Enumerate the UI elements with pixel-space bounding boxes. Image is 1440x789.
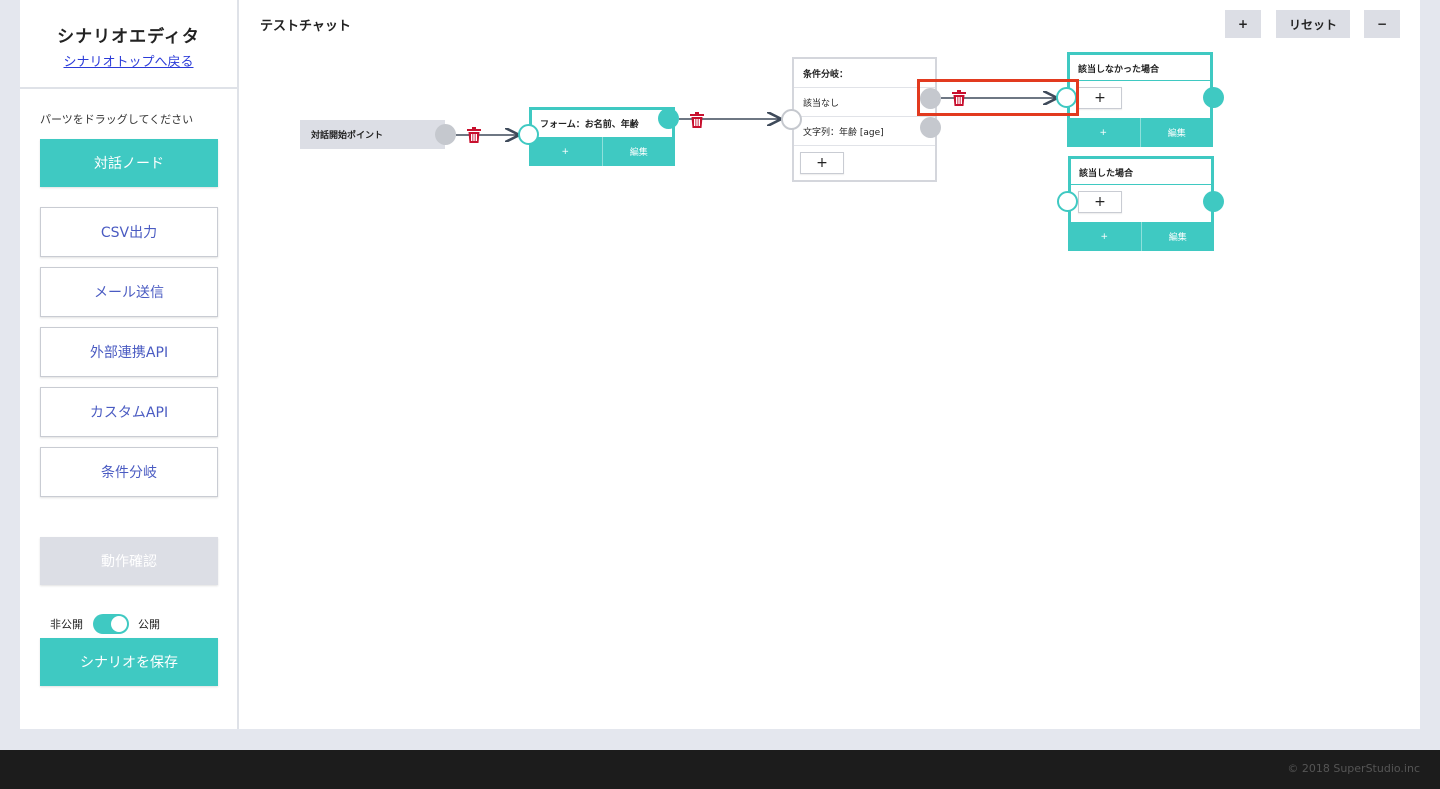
trash-icon[interactable] (467, 127, 481, 143)
sidebar-header: シナリオエディタ シナリオトップへ戻る (20, 0, 237, 89)
condition-age-output-port[interactable] (920, 117, 941, 138)
editor-title: シナリオエディタ (57, 27, 200, 47)
save-scenario-button[interactable]: シナリオを保存 (40, 638, 218, 686)
scenario-canvas[interactable]: テストチャット + リセット − 対話開始ポイント フォーム：お名前、年齢 + … (241, 0, 1420, 729)
part-external-api[interactable]: 外部連携API (40, 327, 218, 377)
trash-icon[interactable] (690, 112, 704, 128)
part-mail-send[interactable]: メール送信 (40, 267, 218, 317)
not-matched-label: 該当しなかった場合 (1070, 55, 1210, 81)
test-run-button: 動作確認 (40, 537, 218, 585)
private-label: 非公開 (50, 618, 83, 631)
publish-toggle-row: 非公開 公開 (50, 614, 160, 634)
app-panel: シナリオエディタ シナリオトップへ戻る パーツをドラッグしてください 対話ノード… (20, 0, 1420, 729)
form-input-port[interactable] (518, 124, 539, 145)
part-dialog-node[interactable]: 対話ノード (40, 139, 218, 187)
drag-hint: パーツをドラッグしてください (40, 113, 194, 126)
matched-footer: + 編集 (1068, 222, 1214, 251)
footer: © 2018 SuperStudio.inc (0, 750, 1440, 789)
public-label: 公開 (138, 618, 160, 631)
matched-output-port[interactable] (1203, 191, 1224, 212)
form-edit-button[interactable]: 編集 (601, 137, 676, 166)
matched-edit-button[interactable]: 編集 (1140, 222, 1215, 251)
condition-add-button[interactable]: + (800, 152, 844, 174)
form-output-port[interactable] (658, 108, 679, 129)
start-node-label: 対話開始ポイント (311, 131, 384, 141)
not-matched-footer: + 編集 (1067, 118, 1213, 147)
copyright-text: © 2018 SuperStudio.inc (1287, 762, 1420, 775)
not-matched-add-inner-button[interactable]: + (1078, 87, 1122, 109)
back-to-scenario-top-link[interactable]: シナリオトップへ戻る (63, 51, 193, 70)
matched-add-button[interactable]: + (1068, 222, 1141, 251)
start-point-node[interactable]: 対話開始ポイント (300, 120, 445, 149)
matched-label: 該当した場合 (1071, 159, 1211, 185)
matched-add-inner-button[interactable]: + (1078, 191, 1122, 213)
sidebar: シナリオエディタ シナリオトップへ戻る パーツをドラッグしてください 対話ノード… (20, 0, 239, 729)
not-matched-add-button[interactable]: + (1067, 118, 1140, 147)
part-csv-output[interactable]: CSV出力 (40, 207, 218, 257)
condition-row-string-age: 文字列：年齢 [age] (794, 117, 935, 146)
condition-branch-node[interactable]: 条件分岐： 該当なし 文字列：年齢 [age] + (792, 57, 937, 182)
form-node-label: フォーム：お名前、年齢 (540, 120, 639, 130)
condition-row-none: 該当なし (794, 88, 935, 117)
matched-node[interactable]: 該当した場合 + + 編集 (1068, 156, 1214, 251)
not-matched-edit-button[interactable]: 編集 (1139, 118, 1214, 147)
form-node[interactable]: フォーム：お名前、年齢 + 編集 (529, 107, 675, 166)
part-condition-branch[interactable]: 条件分岐 (40, 447, 218, 497)
start-output-port[interactable] (435, 124, 456, 145)
highlight-box (917, 79, 1079, 116)
publish-toggle[interactable] (93, 614, 129, 634)
not-matched-output-port[interactable] (1203, 87, 1224, 108)
condition-input-port[interactable] (781, 109, 802, 130)
toggle-knob (111, 616, 127, 632)
condition-node-label: 条件分岐： (794, 59, 935, 88)
form-add-button[interactable]: + (529, 137, 602, 166)
matched-input-port[interactable] (1057, 191, 1078, 212)
part-custom-api[interactable]: カスタムAPI (40, 387, 218, 437)
form-node-footer: + 編集 (529, 137, 675, 166)
not-matched-node[interactable]: 該当しなかった場合 + + 編集 (1067, 52, 1213, 147)
